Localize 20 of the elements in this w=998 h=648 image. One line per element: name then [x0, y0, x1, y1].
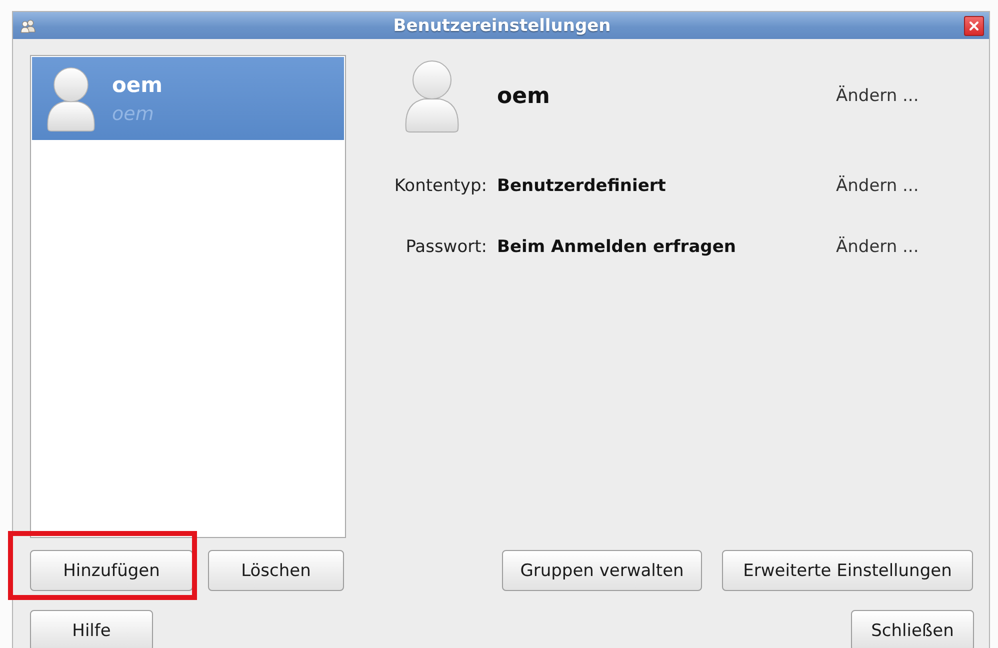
- close-icon: [969, 20, 979, 30]
- field-label: Kontentyp:: [394, 176, 487, 196]
- field-label: Passwort:: [406, 237, 487, 257]
- close-button[interactable]: [964, 16, 984, 36]
- advanced-settings-button[interactable]: Erweiterte Einstellungen: [722, 550, 973, 591]
- delete-button[interactable]: Löschen: [208, 550, 344, 591]
- add-button[interactable]: Hinzufügen: [30, 550, 193, 591]
- window-title: Benutzereinstellungen: [393, 16, 611, 36]
- change-button[interactable]: Ändern ...: [836, 237, 919, 257]
- manage-groups-button[interactable]: Gruppen verwalten: [502, 550, 702, 591]
- user-name: oem: [497, 84, 551, 108]
- field-value: Beim Anmelden erfragen: [497, 237, 737, 257]
- field-value: Benutzerdefiniert: [497, 176, 667, 196]
- user-name: oem: [112, 72, 163, 98]
- users-icon: [20, 18, 36, 32]
- user-avatar-icon: [44, 66, 98, 132]
- change-button[interactable]: Ändern ...: [836, 86, 919, 106]
- change-button[interactable]: Ändern ...: [836, 176, 919, 196]
- help-button[interactable]: Hilfe: [30, 610, 153, 648]
- close-dialog-button[interactable]: Schließen: [851, 610, 974, 648]
